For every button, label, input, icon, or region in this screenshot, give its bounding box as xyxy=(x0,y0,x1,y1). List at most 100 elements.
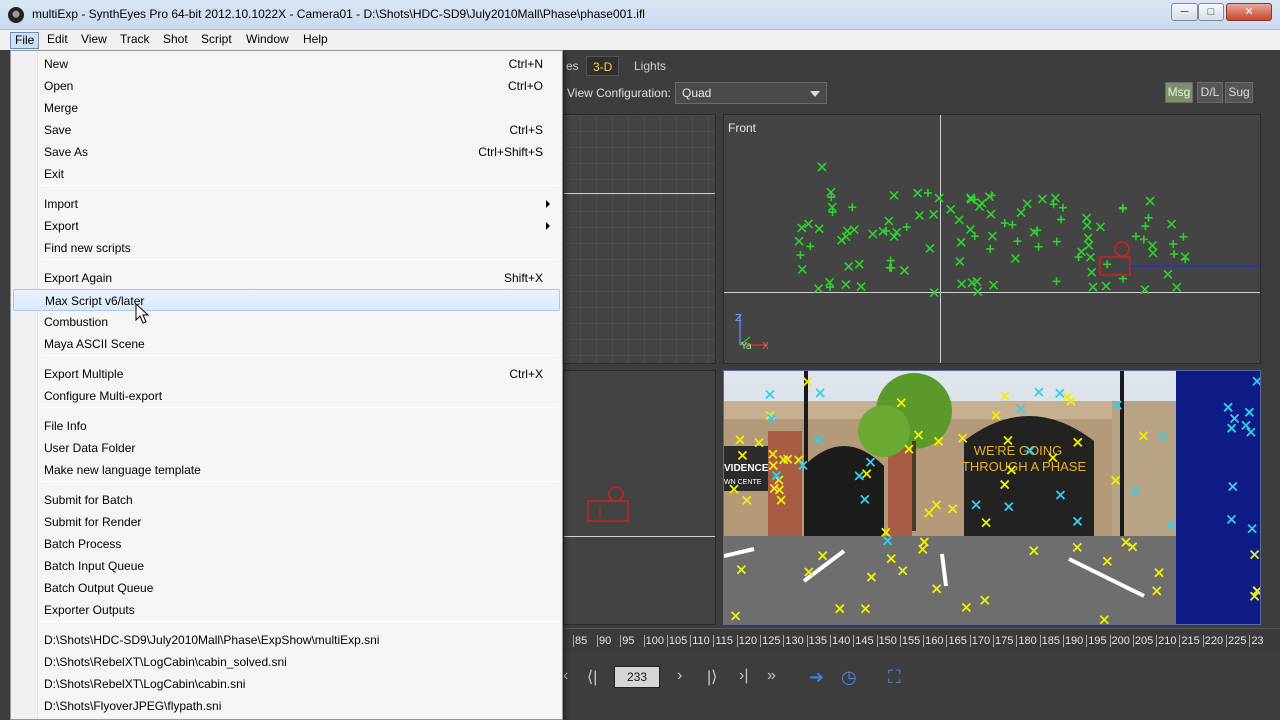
menu-item-d-shots-hdc-sd9-july2010mall-phase-expsh[interactable]: D:\Shots\HDC-SD9\July2010Mall\Phase\ExpS… xyxy=(13,629,560,651)
tracker-marker xyxy=(1081,213,1092,223)
tracker-marker xyxy=(1084,240,1094,250)
menu-item-batch-output-queue[interactable]: Batch Output Queue xyxy=(13,577,560,599)
last-frame-icon[interactable]: ›| xyxy=(739,667,748,685)
timeline[interactable]: 85 90 95 100 105 110 115 120 125 130 135 140 145 150 1… xyxy=(563,628,1280,652)
menu-item-batch-input-queue[interactable]: Batch Input Queue xyxy=(13,555,560,577)
tracker-marker xyxy=(854,259,864,269)
menu-item-maya-ascii-scene[interactable]: Maya ASCII Scene xyxy=(13,333,560,355)
timeline-tick: 220 xyxy=(1202,635,1226,647)
step-back-icon[interactable]: ‹ xyxy=(563,667,568,685)
menu-track[interactable]: Track xyxy=(116,32,154,49)
menu-item-user-data-folder[interactable]: User Data Folder xyxy=(13,437,560,459)
viewport-front[interactable]: Front Z Ya X xyxy=(723,114,1261,364)
menu-item-open[interactable]: Open Ctrl+O xyxy=(13,75,560,97)
tracker-marker xyxy=(817,162,827,172)
menu-item-shortcut: Ctrl+O xyxy=(507,79,543,93)
chevron-down-icon xyxy=(810,91,820,97)
tracker-marker xyxy=(1022,199,1032,209)
timeline-ticks: 85 90 95 100 105 110 115 120 125 130 135 140 145 150 1… xyxy=(573,633,1273,647)
menu-item-d-shots-rebelxt-logcabin-cabin-sni[interactable]: D:\Shots\RebelXT\LogCabin\cabin.sni xyxy=(13,673,560,695)
app-icon[interactable] xyxy=(8,7,24,23)
timeline-tick: 85 xyxy=(573,635,597,647)
submenu-arrow-icon xyxy=(546,200,550,208)
menu-file[interactable]: File xyxy=(10,32,40,49)
view-configuration-label: View Configuration: xyxy=(567,86,671,100)
menu-item-export-again[interactable]: Export Again Shift+X xyxy=(13,267,560,289)
play-forward-icon[interactable]: › xyxy=(677,667,682,685)
tab-3d[interactable]: 3-D xyxy=(586,56,620,76)
timeline-tick: 105 xyxy=(666,635,690,647)
fast-forward-icon[interactable]: » xyxy=(767,667,776,685)
viewport-camera[interactable]: WE'RE GOING THROUGH A PHASE VIDENCE WN C… xyxy=(723,370,1261,625)
menu-item-d-shots-rebelxt-logcabin-cabin-solved-sn[interactable]: D:\Shots\RebelXT\LogCabin\cabin_solved.s… xyxy=(13,651,560,673)
tracker-marker xyxy=(1016,208,1026,218)
tracker-marker xyxy=(796,251,805,260)
menu-help[interactable]: Help xyxy=(299,32,332,49)
timeline-tick: 150 xyxy=(876,635,900,647)
next-key-icon[interactable]: |⟩ xyxy=(707,667,717,687)
tracker-marker xyxy=(925,243,935,253)
menu-item-save[interactable]: Save Ctrl+S xyxy=(13,119,560,141)
menu-item-new[interactable]: New Ctrl+N xyxy=(13,53,560,75)
menu-item-exporter-outputs[interactable]: Exporter Outputs xyxy=(13,599,560,621)
timeline-tick: 180 xyxy=(1016,635,1039,647)
menu-item-d-shots-flyoverjpeg-flypath-sni[interactable]: D:\Shots\FlyoverJPEG\flypath.sni xyxy=(13,695,560,717)
frame-fit-icon[interactable]: ⛶ xyxy=(888,667,901,688)
menu-item-label: Save xyxy=(44,123,72,137)
timeline-tick: 130 xyxy=(783,635,806,647)
menu-item-exit[interactable]: Exit xyxy=(13,163,560,185)
tracker-marker xyxy=(987,231,997,241)
timeline-tick: 225 xyxy=(1226,635,1249,647)
arrow-right-icon[interactable]: ➜ xyxy=(809,667,824,688)
tracker-marker xyxy=(1088,282,1098,292)
axis-x-label: X xyxy=(762,341,769,352)
tracker-marker xyxy=(1076,247,1086,257)
menu-item-submit-for-batch[interactable]: Submit for Batch xyxy=(13,489,560,511)
tab-lights[interactable]: Lights xyxy=(628,56,672,76)
menu-window[interactable]: Window xyxy=(242,32,293,49)
tracker-marker xyxy=(956,237,966,247)
menu-item-make-new-language-template[interactable]: Make new language template xyxy=(13,459,560,481)
viewport-left[interactable] xyxy=(563,370,716,625)
menu-item-max-script-v6-later[interactable]: Max Script v6/later xyxy=(13,289,560,311)
menu-item-label: Exporter Outputs xyxy=(44,603,135,617)
sug-button[interactable]: Sug xyxy=(1225,82,1253,103)
clock-icon[interactable]: ◷ xyxy=(841,667,857,688)
tracker-marker xyxy=(1037,194,1047,204)
minimize-button[interactable]: ─ xyxy=(1171,3,1198,21)
menu-item-configure-multi-export[interactable]: Configure Multi-export xyxy=(13,385,560,407)
timeline-tick: 210 xyxy=(1156,635,1179,647)
tracker-marker xyxy=(844,261,854,272)
maximize-button[interactable]: □ xyxy=(1198,3,1224,21)
msg-button[interactable]: Msg xyxy=(1165,82,1193,103)
timeline-tick: 170 xyxy=(969,635,993,647)
menu-item-combustion[interactable]: Combustion xyxy=(13,311,560,333)
menu-item-merge[interactable]: Merge xyxy=(13,97,560,119)
menu-edit[interactable]: Edit xyxy=(43,32,72,49)
menu-item-export-multiple[interactable]: Export Multiple Ctrl+X xyxy=(13,363,560,385)
tracker-marker xyxy=(1058,203,1067,212)
menu-item-export[interactable]: Export xyxy=(13,215,560,237)
menu-item-label: Batch Input Queue xyxy=(44,559,145,573)
tracker-marker xyxy=(1147,240,1157,251)
menu-view[interactable]: View xyxy=(77,32,111,49)
menu-shot[interactable]: Shot xyxy=(159,32,192,49)
menu-item-submit-for-render[interactable]: Submit for Render xyxy=(13,511,560,533)
view-configuration-select[interactable]: Quad xyxy=(675,82,827,104)
menu-item-label: D:\Shots\HDC-SD9\July2010Mall\Phase\ExpS… xyxy=(44,633,380,647)
menu-script[interactable]: Script xyxy=(197,32,236,49)
menu-item-file-info[interactable]: File Info xyxy=(13,415,560,437)
menu-item-save-as[interactable]: Save As Ctrl+Shift+S xyxy=(13,141,560,163)
tab-features[interactable]: es xyxy=(560,56,585,76)
menu-item-find-new-scripts[interactable]: Find new scripts xyxy=(13,237,560,259)
viewport-top[interactable] xyxy=(563,114,716,364)
tracker-marker xyxy=(973,286,983,297)
dl-button[interactable]: D/L xyxy=(1197,82,1223,103)
menu-item-import[interactable]: Import xyxy=(13,193,560,215)
prev-key-icon[interactable]: ⟨| xyxy=(587,667,597,687)
close-button[interactable]: ✕ xyxy=(1226,3,1272,21)
menu-item-batch-process[interactable]: Batch Process xyxy=(13,533,560,555)
frame-number-field[interactable]: 233 xyxy=(614,666,660,688)
title-bar: multiExp - SynthEyes Pro 64-bit 2012.10.… xyxy=(0,0,1280,30)
menu-item-label: File Info xyxy=(44,419,87,433)
